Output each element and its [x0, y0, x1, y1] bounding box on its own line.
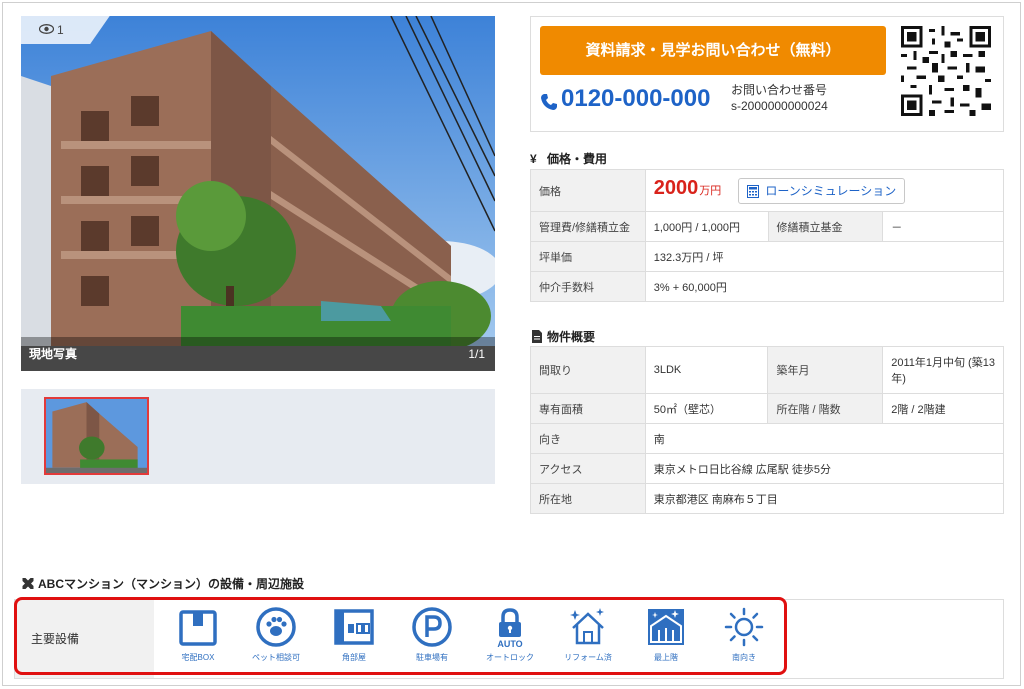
- overview-table: 間取り 3LDK 築年月 2011年1月中旬 (築13年) 専有面積 50㎡（壁…: [530, 346, 1005, 514]
- access-label: アクセス: [530, 453, 646, 484]
- direction-value: 南: [644, 423, 1005, 454]
- address-value: 東京都港区 南麻布５丁目: [644, 483, 1005, 514]
- phone-number[interactable]: 0120-000-000: [561, 85, 710, 113]
- facility-autolock: AUTO オートロック: [471, 606, 549, 663]
- facilities-section-title: ABCマンション（マンション）の設備・周辺施設: [21, 575, 304, 592]
- area-value: 50㎡（壁芯）: [644, 393, 769, 424]
- commission-value: 3% + 60,000円: [644, 271, 1005, 302]
- direction-label: 向き: [530, 423, 646, 454]
- building-photo: [21, 16, 495, 371]
- phone-icon: [541, 94, 557, 110]
- price-section-title: ¥ 価格・費用: [530, 150, 607, 167]
- photo-caption-bar: 現地写真 1/1: [21, 337, 495, 371]
- thumbnail-strip: [21, 389, 495, 484]
- autolock-icon: AUTO: [497, 608, 523, 648]
- price-section-title-text: 価格・費用: [547, 152, 608, 166]
- inquiry-number-label: お問い合わせ番号: [731, 83, 828, 97]
- loan-simulation-button[interactable]: ローンシミュレーション: [738, 178, 906, 205]
- view-count: 1: [57, 23, 64, 37]
- mgmt-fee-label: 管理費/修繕積立金: [530, 211, 646, 242]
- loan-simulation-label: ローンシミュレーション: [765, 184, 897, 199]
- overview-section-title: 物件概要: [530, 328, 595, 345]
- inquiry-number: s-2000000000024: [731, 99, 828, 113]
- floor-label: 所在階 / 階数: [767, 393, 884, 424]
- qr-code: [901, 26, 991, 116]
- price-cell: 2000万円 ローンシミュレーション: [644, 169, 1005, 212]
- facility-pet-allowed: ペット相談可: [237, 606, 315, 663]
- facility-label: オートロック: [486, 653, 534, 662]
- top-floor-icon: [648, 609, 684, 645]
- facility-label: 角部屋: [342, 653, 366, 662]
- facility-top-floor: 最上階: [627, 606, 705, 663]
- parking-icon: [412, 607, 452, 647]
- facilities-row: 主要設備 宅配BOX ペット相談可 角部屋 駐車場有 AUTO オートロック リ…: [14, 599, 1004, 679]
- price-table: 価格 2000万円 ローンシミュレーション 管理費/修繕積立金 1,000円 /…: [530, 169, 1005, 302]
- yen-icon: ¥: [530, 152, 537, 166]
- facility-south-facing: 南向き: [705, 606, 783, 663]
- document-icon: [532, 330, 542, 343]
- facility-label: 南向き: [732, 653, 756, 662]
- facility-label: ペット相談可: [252, 653, 300, 662]
- tsubo-price-value: 132.3万円 / 坪: [644, 241, 1005, 272]
- calculator-icon: [747, 185, 760, 199]
- area-label: 専有面積: [530, 393, 646, 424]
- facility-renovated: リフォーム済: [549, 606, 627, 663]
- repair-fund-label: 修繕積立基金: [767, 211, 884, 242]
- facility-parking: 駐車場有: [393, 606, 471, 663]
- eye-icon: [39, 24, 54, 34]
- overview-section-title-text: 物件概要: [547, 330, 596, 344]
- facility-delivery-box: 宅配BOX: [159, 606, 237, 663]
- price-value: 2000: [653, 176, 699, 199]
- facility-label: 最上階: [654, 653, 678, 662]
- tsubo-price-label: 坪単価: [530, 241, 646, 272]
- facilities-title-text: ABCマンション（マンション）の設備・周辺施設: [38, 577, 304, 591]
- autolock-badge: AUTO: [497, 639, 522, 648]
- corner-room-icon: [334, 609, 374, 645]
- contact-box: 資料請求・見学お問い合わせ（無料） 0120-000-000 お問い合わせ番号 …: [530, 16, 1004, 132]
- photo-counter: 1/1: [468, 347, 485, 361]
- main-photo[interactable]: 1 現地写真 1/1: [21, 16, 495, 371]
- tools-icon: [22, 578, 34, 589]
- built-label: 築年月: [767, 346, 884, 394]
- layout-label: 間取り: [530, 346, 646, 394]
- facility-label: 駐車場有: [416, 653, 448, 662]
- address-label: 所在地: [530, 483, 646, 514]
- photo-thumbnail[interactable]: [44, 397, 149, 475]
- layout-value: 3LDK: [644, 346, 769, 394]
- sun-icon: [724, 607, 764, 647]
- thumbnail-image: [46, 399, 147, 473]
- box-icon: [179, 610, 217, 646]
- main-facilities-label: 主要設備: [14, 600, 154, 678]
- built-value: 2011年1月中旬 (築13年): [882, 346, 1004, 394]
- paw-icon: [256, 607, 296, 647]
- floor-value: 2階 / 2階建: [882, 393, 1004, 424]
- commission-label: 仲介手数料: [530, 271, 646, 302]
- access-value: 東京メトロ日比谷線 広尾駅 徒歩5分: [644, 453, 1005, 484]
- price-label: 価格: [530, 169, 646, 212]
- repair-fund-value: －: [882, 211, 1004, 242]
- sparkle-house-icon: [570, 608, 604, 645]
- facility-label: 宅配BOX: [181, 653, 215, 662]
- mgmt-fee-value: 1,000円 / 1,000円: [644, 211, 769, 242]
- price-unit: 万円: [699, 184, 722, 197]
- photo-caption: 現地写真: [29, 347, 78, 361]
- facility-corner-room: 角部屋: [315, 606, 393, 663]
- facility-label: リフォーム済: [564, 653, 612, 662]
- inquiry-button[interactable]: 資料請求・見学お問い合わせ（無料）: [540, 26, 886, 75]
